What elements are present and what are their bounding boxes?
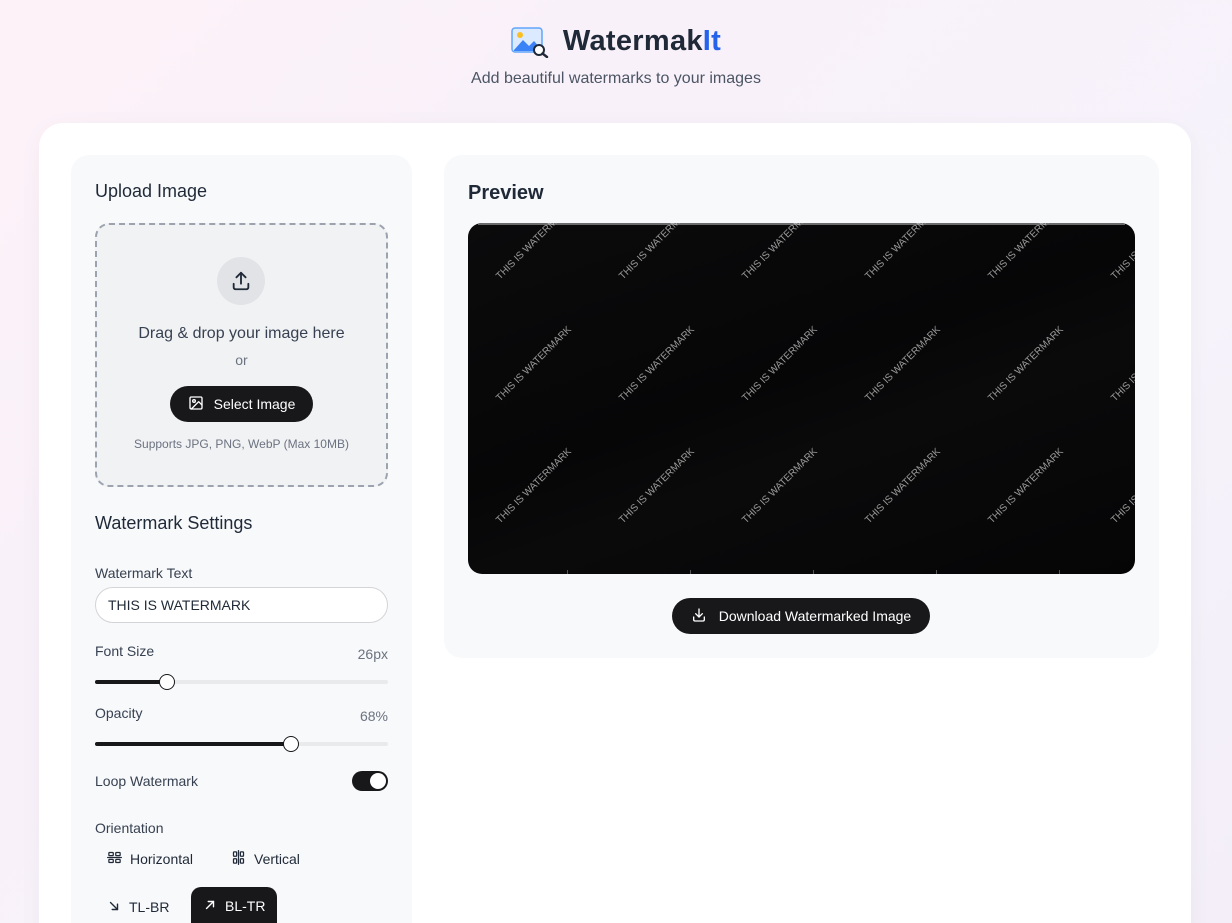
- orientation-tl-br-button[interactable]: TL-BR: [95, 889, 181, 923]
- image-search-icon: [511, 24, 549, 59]
- main-card: Upload Image Drag & drop your image here…: [39, 123, 1191, 923]
- watermark-text: THIS IS WATERMARK: [986, 446, 1066, 526]
- settings-panel: Upload Image Drag & drop your image here…: [71, 155, 412, 923]
- watermark-text: THIS IS WATERMARK: [617, 446, 697, 526]
- orientation-label-text: Horizontal: [130, 851, 194, 867]
- preview-image: THIS IS WATERMARK THIS IS WATERMARK THIS I…: [468, 223, 1135, 574]
- toggle-knob: [370, 773, 386, 789]
- tick-mark: [813, 570, 814, 574]
- slider-thumb[interactable]: [158, 674, 175, 690]
- watermark-text: THIS IS WATERMARK: [986, 223, 1066, 282]
- orientation-vertical-button[interactable]: Vertical: [219, 841, 312, 877]
- watermark-text: THIS IS WATERMARK: [863, 446, 943, 526]
- drop-text: Drag & drop your image here: [138, 325, 345, 342]
- tick-mark: [1059, 570, 1060, 574]
- watermark-text: THIS IS WATERMARK: [494, 324, 574, 404]
- vertical-icon: [231, 850, 246, 868]
- font-size-value: 26px: [357, 646, 388, 662]
- watermark-text: THIS IS WATERMARK: [740, 324, 820, 404]
- watermark-text: THIS IS WATERMARK: [863, 324, 943, 404]
- support-text: Supports JPG, PNG, WebP (Max 10MB): [134, 437, 349, 451]
- watermark-text: THIS IS WATERMARK: [986, 324, 1066, 404]
- slider-fill: [95, 680, 167, 684]
- orientation-label-text: BL-TR: [225, 898, 266, 914]
- arrow-down-right-icon: [107, 899, 121, 916]
- upload-icon: [217, 257, 265, 305]
- tick-mark: [567, 570, 568, 574]
- watermark-text: THIS IS WATERMARK: [494, 223, 574, 282]
- watermark-text-input[interactable]: [95, 587, 388, 623]
- upload-title: Upload Image: [95, 181, 208, 201]
- watermark-text: THIS IS WATERMARK: [740, 446, 820, 526]
- opacity-slider[interactable]: [95, 736, 388, 752]
- image-dropzone[interactable]: Drag & drop your image here or Select Im…: [95, 223, 388, 487]
- tick-mark: [690, 570, 691, 574]
- orientation-horizontal-button[interactable]: Horizontal: [95, 841, 205, 877]
- font-size-slider[interactable]: [95, 674, 388, 690]
- watermark-text: THIS IS WATERMARK: [494, 446, 574, 526]
- app-subtitle: Add beautiful watermarks to your images: [471, 70, 761, 87]
- select-image-button[interactable]: Select Image: [170, 386, 313, 422]
- orientation-label-text: TL-BR: [129, 899, 170, 915]
- app-title: WatermakIt: [562, 24, 722, 57]
- preview-title: Preview: [468, 182, 544, 204]
- opacity-label: Opacity: [95, 705, 143, 721]
- logo-row: WatermakIt: [0, 24, 1232, 59]
- horizontal-icon: [107, 850, 122, 868]
- watermark-text: THIS IS WATERMARK: [1109, 223, 1135, 282]
- arrow-up-right-icon: [203, 898, 217, 915]
- watermark-text: THIS IS WATERMARK: [1109, 324, 1135, 404]
- loop-watermark-toggle[interactable]: [352, 771, 388, 791]
- watermark-text: THIS IS WATERMARK: [617, 223, 697, 282]
- orientation-bl-tr-button[interactable]: BL-TR: [191, 887, 278, 923]
- preview-panel: Preview THIS IS WATERMARK THIS IS WATERMA…: [444, 155, 1159, 658]
- watermark-text: THIS IS WATERMARK: [863, 223, 943, 282]
- watermark-text: THIS IS WATERMARK: [1109, 446, 1135, 526]
- slider-fill: [95, 742, 292, 746]
- select-image-label: Select Image: [213, 396, 296, 412]
- or-text: or: [235, 352, 248, 368]
- watermark-text: THIS IS WATERMARK: [617, 324, 697, 404]
- download-icon: [691, 607, 707, 626]
- image-icon: [188, 395, 204, 414]
- opacity-value: 68%: [359, 708, 388, 724]
- watermark-text: THIS IS WATERMARK: [740, 223, 820, 282]
- orientation-label-text: Vertical: [254, 851, 300, 867]
- font-size-label: Font Size: [95, 643, 155, 659]
- download-button[interactable]: Download Watermarked Image: [672, 598, 930, 634]
- slider-thumb[interactable]: [283, 736, 300, 752]
- watermark-text-label: Watermark Text: [95, 565, 193, 581]
- download-label: Download Watermarked Image: [718, 608, 912, 624]
- loop-watermark-label: Loop Watermark: [95, 773, 198, 789]
- settings-title: Watermark Settings: [95, 513, 253, 533]
- orientation-label: Orientation: [95, 820, 164, 836]
- tick-mark: [936, 570, 937, 574]
- app-header: WatermakIt Add beautiful watermarks to y…: [0, 0, 1232, 123]
